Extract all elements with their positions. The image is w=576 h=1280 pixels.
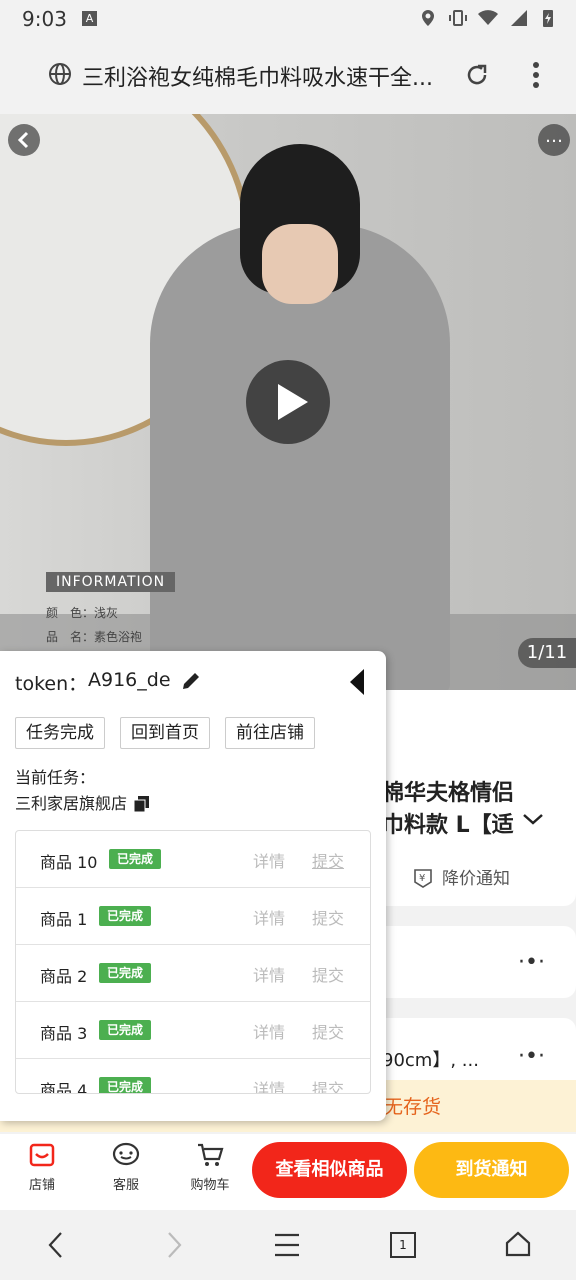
task-complete-button[interactable]: 任务完成 (15, 717, 105, 749)
more-dots-icon-2[interactable]: ·•· (518, 1044, 545, 1069)
task-list: 商品 10 已完成 详情 提交 商品 1 已完成 详情 提交 商品 2 已完成 … (15, 830, 371, 1094)
token-value: A916_de (88, 669, 171, 691)
product-title: 棉华夫格情侣 巾料款 L【适 (382, 778, 514, 842)
stock-status: 无存货 (384, 1096, 442, 1118)
view-similar-button[interactable]: 查看相似商品 (252, 1142, 407, 1198)
image-page-indicator: 1/11 (518, 638, 576, 668)
cart-icon (198, 1143, 224, 1166)
status-badge: 已完成 (109, 849, 162, 869)
signal-icon (511, 10, 527, 26)
product-title-line1: 棉华夫格情侣 (382, 781, 515, 806)
collapse-triangle-icon[interactable] (348, 667, 366, 697)
list-item: 商品 4 已完成 详情 提交 (16, 1059, 370, 1094)
tabs-count-button[interactable]: 1 (390, 1232, 416, 1258)
detail-link[interactable]: 详情 (253, 1076, 285, 1093)
status-bar: 9:03 A (0, 0, 576, 38)
detail-link[interactable]: 详情 (253, 848, 285, 872)
submit-link[interactable]: 提交 (312, 1019, 344, 1043)
price-tag-icon: ¥ (414, 868, 432, 888)
wifi-icon (478, 10, 498, 25)
shop-label: 店铺 (28, 1178, 55, 1193)
svg-text:¥: ¥ (419, 873, 425, 884)
more-vert-icon[interactable] (526, 60, 546, 90)
chat-icon (112, 1142, 140, 1166)
chevron-left-icon (17, 131, 29, 149)
service-button[interactable]: 客服 (96, 1140, 156, 1193)
price-alert-label: 降价通知 (442, 869, 510, 889)
globe-icon[interactable] (48, 62, 72, 86)
spec-text: 90cm】, ... (382, 1050, 479, 1071)
status-time: 9:03 (22, 7, 67, 31)
copy-icon[interactable] (133, 795, 151, 813)
arrival-notify-button[interactable]: 到货通知 (414, 1142, 569, 1198)
submit-link[interactable]: 提交 (312, 905, 344, 929)
face-shape (262, 224, 338, 304)
product-title-line2: 巾料款 L【适 (382, 813, 514, 838)
cart-label: 购物车 (190, 1178, 230, 1193)
reload-icon[interactable] (464, 62, 490, 88)
edit-pencil-icon[interactable] (180, 670, 202, 692)
service-label: 客服 (112, 1178, 139, 1193)
browser-address-bar: 三利浴袍女纯棉毛巾料吸水速干全... (0, 38, 576, 114)
item-name: 商品 2 (40, 967, 88, 986)
shop-button[interactable]: 店铺 (12, 1140, 72, 1193)
status-icons (418, 8, 558, 28)
task-panel: token： A916_de 任务完成 回到首页 前往店铺 当前任务： 三利家居… (0, 651, 386, 1121)
status-badge: 已完成 (99, 963, 152, 983)
price-alert-button[interactable]: ¥ 降价通知 (412, 864, 510, 889)
item-name: 商品 4 (40, 1081, 88, 1094)
current-task-label: 当前任务： (15, 768, 96, 787)
play-video-button[interactable] (246, 360, 330, 444)
nav-home-icon[interactable] (504, 1230, 532, 1258)
expand-chevron-icon[interactable] (522, 812, 544, 826)
list-item: 商品 2 已完成 详情 提交 (16, 945, 370, 1002)
info-tag: INFORMATION (46, 572, 176, 592)
status-badge: 已完成 (99, 1020, 152, 1040)
detail-link[interactable]: 详情 (253, 962, 285, 986)
info-name: 品 名：素色浴袍 (46, 630, 143, 644)
status-badge: 已完成 (99, 906, 152, 926)
detail-link[interactable]: 详情 (253, 905, 285, 929)
nav-forward-icon[interactable] (162, 1230, 186, 1260)
a-icon: A (82, 11, 97, 26)
current-task-value: 三利家居旗舰店 (15, 794, 128, 813)
system-nav-bar: 1 (0, 1210, 576, 1280)
token-label: token： (15, 673, 88, 695)
more-dots-icon[interactable]: ·•· (518, 950, 545, 975)
go-store-button[interactable]: 前往店铺 (225, 717, 315, 749)
detail-link[interactable]: 详情 (253, 1019, 285, 1043)
submit-link[interactable]: 提交 (312, 1076, 344, 1093)
page-title[interactable]: 三利浴袍女纯棉毛巾料吸水速干全... (82, 60, 447, 92)
more-button[interactable]: … (538, 124, 570, 156)
submit-link[interactable]: 提交 (312, 848, 344, 872)
list-item: 商品 1 已完成 详情 提交 (16, 888, 370, 945)
shop-icon (29, 1143, 55, 1167)
list-item: 商品 3 已完成 详情 提交 (16, 1002, 370, 1059)
item-name: 商品 3 (40, 1024, 88, 1043)
nav-back-icon[interactable] (44, 1230, 68, 1260)
list-item: 商品 10 已完成 详情 提交 (16, 831, 370, 888)
info-color: 颜 色：浅灰 (46, 606, 119, 620)
item-name: 商品 10 (40, 853, 98, 872)
item-name: 商品 1 (40, 910, 88, 929)
submit-link[interactable]: 提交 (312, 962, 344, 986)
status-badge: 已完成 (99, 1077, 152, 1093)
back-home-button[interactable]: 回到首页 (120, 717, 210, 749)
back-button[interactable] (8, 124, 40, 156)
cart-button[interactable]: 购物车 (180, 1140, 240, 1193)
current-task: 当前任务： 三利家居旗舰店 (15, 765, 151, 817)
battery-icon (543, 10, 553, 27)
product-hero-image[interactable]: INFORMATION 颜 色：浅灰 品 名：素色浴袍 … 1/11 (0, 114, 576, 690)
bottom-action-bar: 店铺 客服 购物车 查看相似商品 到货通知 (0, 1134, 576, 1210)
location-icon (422, 10, 434, 26)
nav-menu-icon[interactable] (274, 1232, 300, 1258)
vibrate-icon (449, 10, 467, 26)
